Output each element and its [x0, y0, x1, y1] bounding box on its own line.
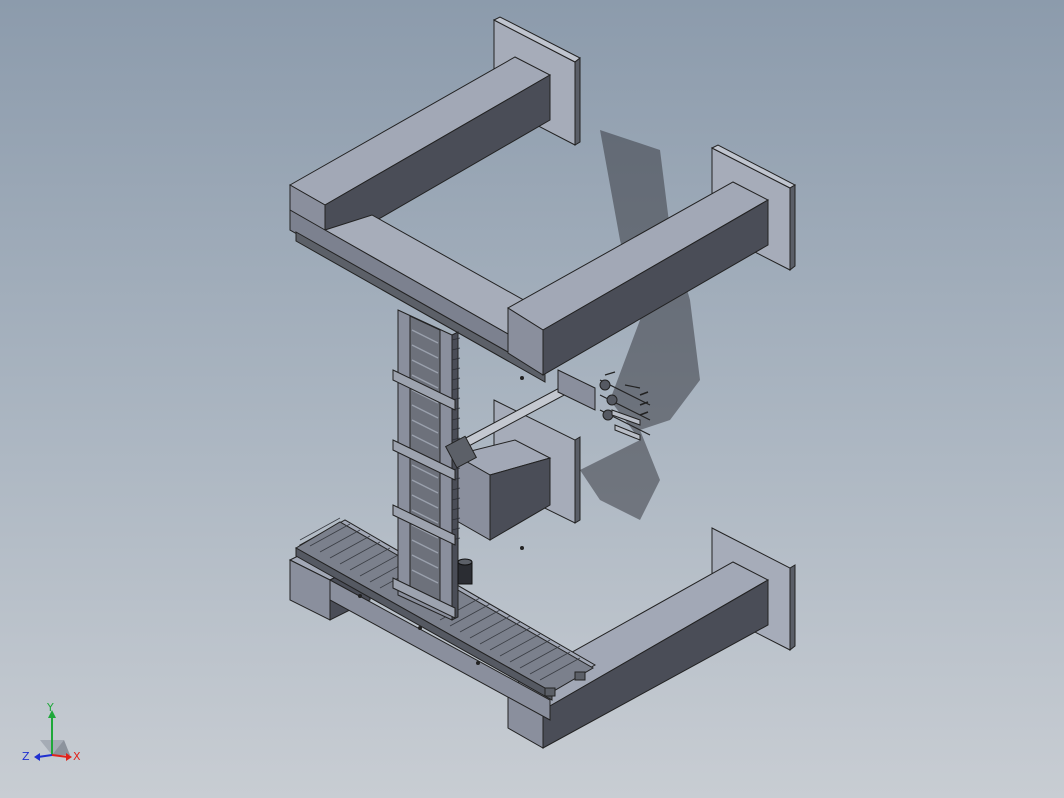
triad-z-label: Z	[22, 750, 30, 763]
top-frame-rear-beam[interactable]	[288, 56, 552, 251]
triad-x-label: X	[73, 750, 81, 763]
assembly-model-view[interactable]	[0, 0, 1064, 798]
graphics-viewport[interactable]: Y X Z	[0, 0, 1064, 798]
drive-motor[interactable]	[457, 558, 473, 585]
coordinate-triad: Y X Z	[18, 700, 88, 770]
triad-y-label: Y	[47, 701, 54, 714]
vertical-column[interactable]	[392, 309, 461, 621]
